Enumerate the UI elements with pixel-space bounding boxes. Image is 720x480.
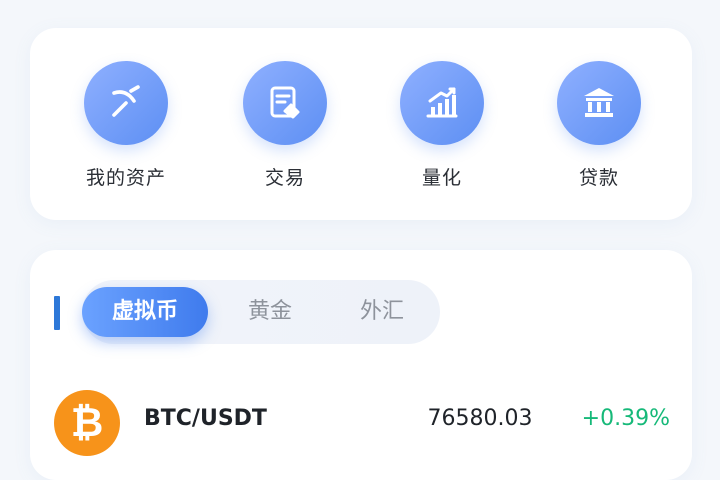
section-indicator [54,296,60,330]
action-label: 贷款 [578,167,619,189]
bitcoin-icon: ₿ [54,390,120,456]
svg-text:₿: ₿ [71,400,104,446]
market-tabs: 虚拟币 黄金 外汇 [82,280,440,344]
market-card: 虚拟币 黄金 外汇 ₿ BTC/USDT 76580.03 +0.39% [30,250,692,480]
quick-actions-card: 我的资产 交易 量化 贷款 [30,28,692,220]
action-label: 量化 [421,167,462,189]
bank-icon [557,61,641,145]
pickaxe-icon [84,61,168,145]
action-quant[interactable]: 量化 [382,61,502,190]
action-trade[interactable]: 交易 [225,61,345,190]
action-label: 交易 [264,167,305,189]
last-price: 76580.03 [427,406,533,431]
tab-forex[interactable]: 外汇 [332,280,432,344]
action-loan[interactable]: 贷款 [539,61,659,190]
document-handshake-icon [243,61,327,145]
action-my-assets[interactable]: 我的资产 [66,61,186,190]
tab-crypto[interactable]: 虚拟币 [82,287,208,337]
price-change: +0.39% [581,406,670,431]
tab-gold[interactable]: 黄金 [220,280,320,344]
action-label: 我的资产 [85,167,166,189]
pair-name: BTC/USDT [144,406,267,431]
bar-chart-trend-icon [400,61,484,145]
market-row-btc[interactable]: ₿ BTC/USDT 76580.03 +0.39% [30,380,692,460]
